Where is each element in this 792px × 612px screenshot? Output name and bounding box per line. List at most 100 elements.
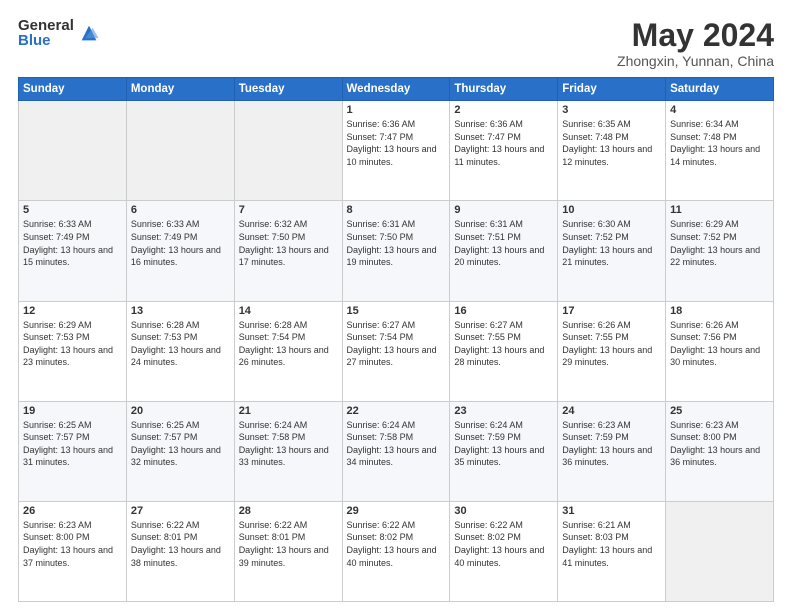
day-info: Sunrise: 6:25 AM Sunset: 7:57 PM Dayligh…: [23, 419, 122, 469]
week-row-0: 1Sunrise: 6:36 AM Sunset: 7:47 PM Daylig…: [19, 101, 774, 201]
day-number: 3: [562, 104, 661, 116]
day-info: Sunrise: 6:28 AM Sunset: 7:53 PM Dayligh…: [131, 319, 230, 369]
day-number: 28: [239, 505, 338, 517]
day-info: Sunrise: 6:24 AM Sunset: 7:58 PM Dayligh…: [239, 419, 338, 469]
calendar-cell: 13Sunrise: 6:28 AM Sunset: 7:53 PM Dayli…: [126, 301, 234, 401]
calendar-cell: 19 Sunrise: 6:25 AM Sunset: 7:57 PM Dayli…: [19, 401, 127, 501]
day-header-thursday: Thursday: [450, 78, 558, 101]
day-number: 20: [131, 405, 230, 417]
calendar-cell: 7 Sunrise: 6:32 AM Sunset: 7:50 PM Daylig…: [234, 201, 342, 301]
day-info: Sunrise: 6:23 AM Sunset: 8:00 PM Dayligh…: [670, 419, 769, 469]
logo-blue: Blue: [18, 33, 74, 48]
calendar-cell: 31 Sunrise: 6:21 AM Sunset: 8:03 PM Dayli…: [558, 501, 666, 601]
logo-icon: [78, 22, 100, 44]
day-number: 31: [562, 505, 661, 517]
day-info: Sunrise: 6:29 AM Sunset: 7:52 PM Dayligh…: [670, 218, 769, 268]
day-info: Sunrise: 6:22 AM Sunset: 8:02 PM Dayligh…: [347, 519, 446, 569]
day-number: 23: [454, 405, 553, 417]
day-header-saturday: Saturday: [666, 78, 774, 101]
location: Zhongxin, Yunnan, China: [617, 53, 774, 69]
calendar-cell: 5 Sunrise: 6:33 AM Sunset: 7:49 PM Daylig…: [19, 201, 127, 301]
day-number: 14: [239, 305, 338, 317]
day-info: Sunrise: 6:36 AM Sunset: 7:47 PM Dayligh…: [347, 118, 446, 168]
logo-text: General Blue: [18, 18, 74, 48]
day-info: Sunrise: 6:26 AM Sunset: 7:55 PM Dayligh…: [562, 319, 661, 369]
day-info: Sunrise: 6:30 AM Sunset: 7:52 PM Dayligh…: [562, 218, 661, 268]
day-info: Sunrise: 6:31 AM Sunset: 7:51 PM Dayligh…: [454, 218, 553, 268]
calendar-cell: 12Sunrise: 6:29 AM Sunset: 7:53 PM Dayli…: [19, 301, 127, 401]
calendar-cell: 17 Sunrise: 6:26 AM Sunset: 7:55 PM Dayli…: [558, 301, 666, 401]
day-number: 26: [23, 505, 122, 517]
calendar-cell: 22Sunrise: 6:24 AM Sunset: 7:58 PM Dayli…: [342, 401, 450, 501]
calendar-cell: 1Sunrise: 6:36 AM Sunset: 7:47 PM Daylig…: [342, 101, 450, 201]
logo: General Blue: [18, 18, 100, 48]
calendar-cell: [666, 501, 774, 601]
day-number: 21: [239, 405, 338, 417]
day-number: 24: [562, 405, 661, 417]
day-number: 4: [670, 104, 769, 116]
day-number: 27: [131, 505, 230, 517]
day-number: 8: [347, 204, 446, 216]
day-number: 6: [131, 204, 230, 216]
calendar-cell: [234, 101, 342, 201]
day-info: Sunrise: 6:32 AM Sunset: 7:50 PM Dayligh…: [239, 218, 338, 268]
calendar-cell: 15Sunrise: 6:27 AM Sunset: 7:54 PM Dayli…: [342, 301, 450, 401]
calendar-cell: 28Sunrise: 6:22 AM Sunset: 8:01 PM Dayli…: [234, 501, 342, 601]
day-number: 2: [454, 104, 553, 116]
week-row-1: 5 Sunrise: 6:33 AM Sunset: 7:49 PM Daylig…: [19, 201, 774, 301]
day-info: Sunrise: 6:24 AM Sunset: 7:59 PM Dayligh…: [454, 419, 553, 469]
day-info: Sunrise: 6:36 AM Sunset: 7:47 PM Dayligh…: [454, 118, 553, 168]
header-row: SundayMondayTuesdayWednesdayThursdayFrid…: [19, 78, 774, 101]
day-info: Sunrise: 6:27 AM Sunset: 7:55 PM Dayligh…: [454, 319, 553, 369]
calendar-cell: 21 Sunrise: 6:24 AM Sunset: 7:58 PM Dayli…: [234, 401, 342, 501]
month-year: May 2024: [617, 18, 774, 53]
day-info: Sunrise: 6:29 AM Sunset: 7:53 PM Dayligh…: [23, 319, 122, 369]
calendar-cell: 16 Sunrise: 6:27 AM Sunset: 7:55 PM Dayli…: [450, 301, 558, 401]
calendar-cell: 10 Sunrise: 6:30 AM Sunset: 7:52 PM Dayli…: [558, 201, 666, 301]
day-number: 7: [239, 204, 338, 216]
week-row-4: 26Sunrise: 6:23 AM Sunset: 8:00 PM Dayli…: [19, 501, 774, 601]
day-number: 18: [670, 305, 769, 317]
day-info: Sunrise: 6:28 AM Sunset: 7:54 PM Dayligh…: [239, 319, 338, 369]
calendar-cell: [126, 101, 234, 201]
day-header-wednesday: Wednesday: [342, 78, 450, 101]
header: General Blue May 2024 Zhongxin, Yunnan, …: [18, 18, 774, 69]
day-number: 15: [347, 305, 446, 317]
calendar-cell: 9 Sunrise: 6:31 AM Sunset: 7:51 PM Daylig…: [450, 201, 558, 301]
day-info: Sunrise: 6:25 AM Sunset: 7:57 PM Dayligh…: [131, 419, 230, 469]
day-number: 25: [670, 405, 769, 417]
calendar-cell: 30 Sunrise: 6:22 AM Sunset: 8:02 PM Dayli…: [450, 501, 558, 601]
day-info: Sunrise: 6:34 AM Sunset: 7:48 PM Dayligh…: [670, 118, 769, 168]
day-number: 19: [23, 405, 122, 417]
day-header-friday: Friday: [558, 78, 666, 101]
day-number: 30: [454, 505, 553, 517]
day-info: Sunrise: 6:22 AM Sunset: 8:02 PM Dayligh…: [454, 519, 553, 569]
calendar-cell: 4 Sunrise: 6:34 AM Sunset: 7:48 PM Daylig…: [666, 101, 774, 201]
day-info: Sunrise: 6:21 AM Sunset: 8:03 PM Dayligh…: [562, 519, 661, 569]
title-block: May 2024 Zhongxin, Yunnan, China: [617, 18, 774, 69]
calendar-cell: 2 Sunrise: 6:36 AM Sunset: 7:47 PM Daylig…: [450, 101, 558, 201]
logo-general: General: [18, 18, 74, 33]
calendar-cell: 29Sunrise: 6:22 AM Sunset: 8:02 PM Dayli…: [342, 501, 450, 601]
day-number: 9: [454, 204, 553, 216]
calendar-cell: 3Sunrise: 6:35 AM Sunset: 7:48 PM Daylig…: [558, 101, 666, 201]
calendar-cell: 18Sunrise: 6:26 AM Sunset: 7:56 PM Dayli…: [666, 301, 774, 401]
day-number: 10: [562, 204, 661, 216]
calendar-cell: 25 Sunrise: 6:23 AM Sunset: 8:00 PM Dayli…: [666, 401, 774, 501]
day-info: Sunrise: 6:33 AM Sunset: 7:49 PM Dayligh…: [23, 218, 122, 268]
day-header-sunday: Sunday: [19, 78, 127, 101]
day-header-tuesday: Tuesday: [234, 78, 342, 101]
calendar-cell: 11 Sunrise: 6:29 AM Sunset: 7:52 PM Dayli…: [666, 201, 774, 301]
calendar-cell: 24Sunrise: 6:23 AM Sunset: 7:59 PM Dayli…: [558, 401, 666, 501]
day-number: 22: [347, 405, 446, 417]
calendar-cell: 20 Sunrise: 6:25 AM Sunset: 7:57 PM Dayli…: [126, 401, 234, 501]
day-number: 16: [454, 305, 553, 317]
day-number: 5: [23, 204, 122, 216]
calendar-table: SundayMondayTuesdayWednesdayThursdayFrid…: [18, 77, 774, 602]
calendar-cell: 27Sunrise: 6:22 AM Sunset: 8:01 PM Dayli…: [126, 501, 234, 601]
page: General Blue May 2024 Zhongxin, Yunnan, …: [0, 0, 792, 612]
day-number: 11: [670, 204, 769, 216]
calendar-cell: 6 Sunrise: 6:33 AM Sunset: 7:49 PM Daylig…: [126, 201, 234, 301]
day-info: Sunrise: 6:33 AM Sunset: 7:49 PM Dayligh…: [131, 218, 230, 268]
day-number: 17: [562, 305, 661, 317]
